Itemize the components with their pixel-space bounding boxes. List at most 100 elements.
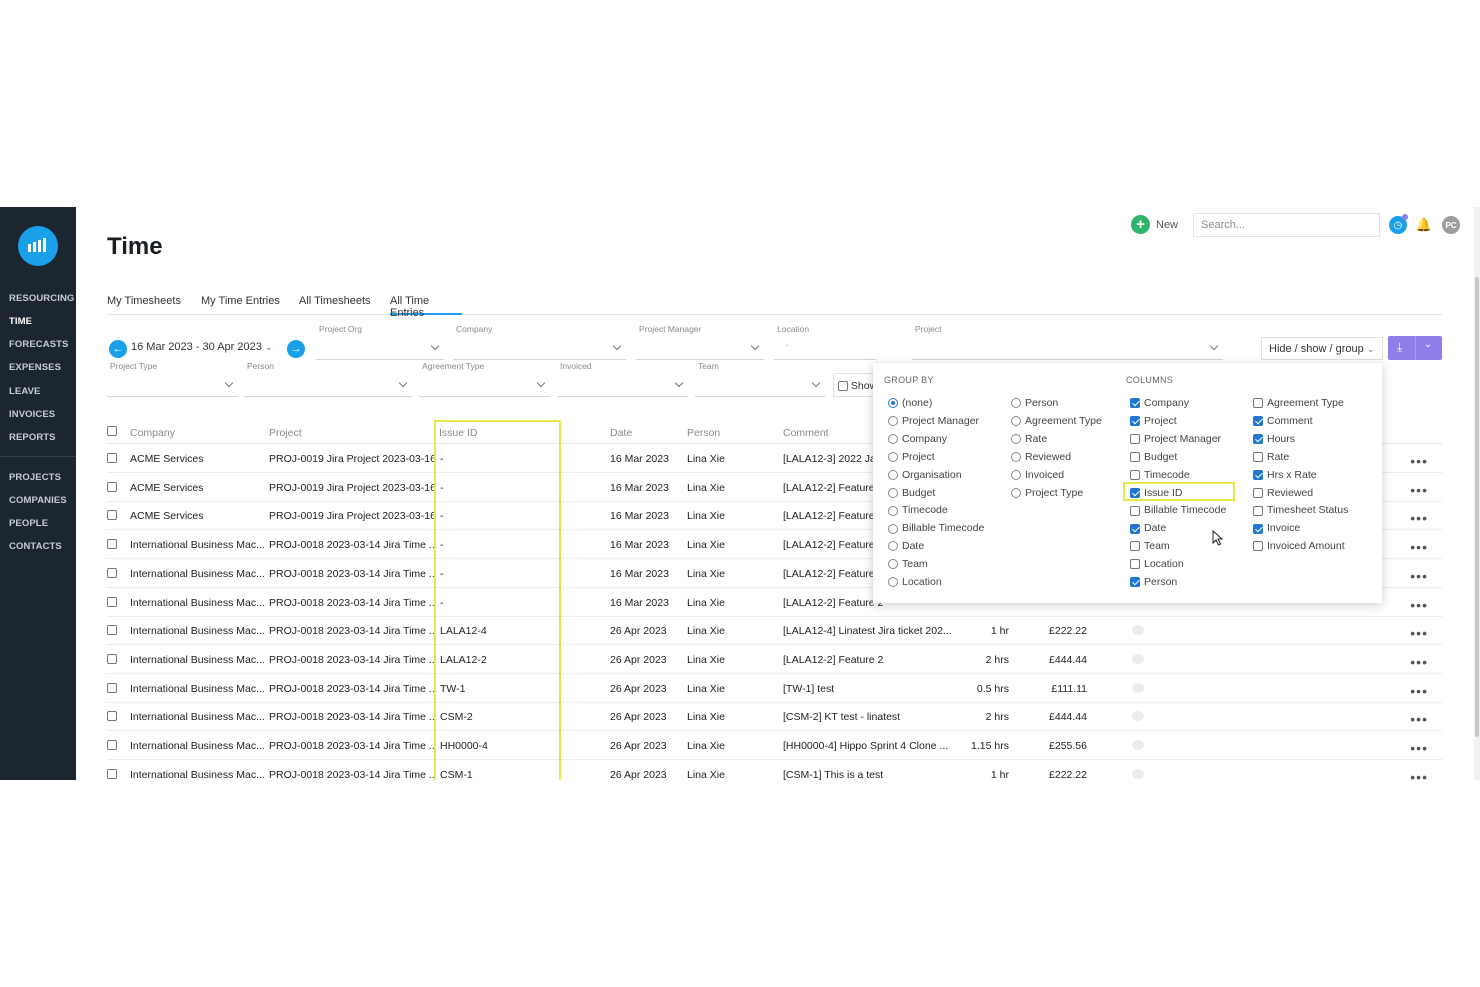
project-filter[interactable]: Project xyxy=(912,324,1223,360)
radio-button[interactable] xyxy=(1011,487,1021,498)
column-option-rate[interactable]: Rate xyxy=(1253,451,1289,463)
row-checkbox[interactable] xyxy=(107,625,117,636)
checkbox[interactable] xyxy=(1253,523,1263,534)
radio-button[interactable] xyxy=(888,416,898,427)
group-by-option-date[interactable]: Date xyxy=(888,540,924,552)
cell-project[interactable]: PROJ-0018 2023-03-14 Jira Time ... xyxy=(269,654,434,666)
checkbox[interactable] xyxy=(1130,416,1140,427)
checkbox[interactable] xyxy=(1253,487,1263,498)
row-menu-icon[interactable]: ••• xyxy=(1410,597,1428,613)
team-filter[interactable]: Team xyxy=(695,361,825,397)
table-row[interactable]: International Business Mac... PROJ-0018 2… xyxy=(107,674,1442,703)
column-option-hrs-x-rate[interactable]: Hrs x Rate xyxy=(1253,469,1317,481)
row-menu-icon[interactable]: ••• xyxy=(1410,654,1428,670)
location-filter[interactable]: Location - xyxy=(774,324,876,360)
row-checkbox[interactable] xyxy=(107,768,117,779)
radio-button[interactable] xyxy=(888,505,898,516)
radio-button[interactable] xyxy=(888,523,898,534)
column-option-project-manager[interactable]: Project Manager xyxy=(1130,433,1221,445)
tab-my-timesheets[interactable]: My Timesheets xyxy=(107,295,181,315)
checkbox[interactable] xyxy=(1253,416,1263,427)
checkbox[interactable] xyxy=(1130,469,1140,480)
search-input[interactable]: Search... xyxy=(1193,213,1380,237)
column-option-invoiced-amount[interactable]: Invoiced Amount xyxy=(1253,540,1345,552)
column-option-date[interactable]: Date xyxy=(1130,522,1166,534)
group-by-option-organisation[interactable]: Organisation xyxy=(888,469,962,481)
next-date-icon[interactable]: → xyxy=(287,340,305,358)
checkbox[interactable] xyxy=(1253,451,1263,462)
group-by-option-invoiced[interactable]: Invoiced xyxy=(1011,469,1064,481)
radio-button[interactable] xyxy=(888,487,898,498)
sidebar-item-contacts[interactable]: CONTACTS xyxy=(9,541,62,552)
cell-project[interactable]: PROJ-0018 2023-03-14 Jira Time ... xyxy=(269,568,434,580)
checkbox[interactable] xyxy=(1253,505,1263,516)
bell-icon[interactable]: 🔔 xyxy=(1415,216,1433,234)
column-option-billable-timecode[interactable]: Billable Timecode xyxy=(1130,504,1226,516)
column-option-invoice[interactable]: Invoice xyxy=(1253,522,1300,534)
row-checkbox[interactable] xyxy=(107,740,117,750)
checkbox[interactable] xyxy=(1130,487,1140,498)
column-header-issue-id[interactable]: Issue ID xyxy=(439,427,478,439)
checkbox[interactable] xyxy=(1253,434,1263,445)
date-range-select[interactable]: 16 Mar 2023 - 30 Apr 2023 ⌄ xyxy=(131,341,272,353)
row-checkbox[interactable] xyxy=(107,711,117,722)
checkbox[interactable] xyxy=(1130,398,1140,409)
group-by-option-none[interactable]: (none) xyxy=(888,397,932,409)
column-option-team[interactable]: Team xyxy=(1130,540,1170,552)
group-by-option-project-manager[interactable]: Project Manager xyxy=(888,415,979,427)
sidebar-item-companies[interactable]: COMPANIES xyxy=(9,495,67,506)
table-row[interactable]: International Business Mac... PROJ-0018 2… xyxy=(107,731,1442,760)
person-filter[interactable]: Person xyxy=(244,361,412,397)
radio-button[interactable] xyxy=(888,451,898,462)
checkbox[interactable] xyxy=(1253,398,1263,409)
row-checkbox[interactable] xyxy=(107,481,117,492)
column-option-agreement-type[interactable]: Agreement Type xyxy=(1253,397,1344,409)
group-by-option-project[interactable]: Project xyxy=(888,451,935,463)
sidebar-item-forecasts[interactable]: FORECASTS xyxy=(9,339,69,350)
checkbox[interactable] xyxy=(1130,434,1140,445)
app-logo[interactable] xyxy=(18,226,58,266)
sidebar-item-reports[interactable]: REPORTS xyxy=(9,432,56,443)
hide-show-group-button[interactable]: Hide / show / group ⌄ xyxy=(1261,337,1383,360)
column-option-timecode[interactable]: Timecode xyxy=(1130,469,1190,481)
radio-button[interactable] xyxy=(888,434,898,445)
radio-button[interactable] xyxy=(888,398,898,409)
column-header-project[interactable]: Project xyxy=(269,427,302,439)
group-by-option-person[interactable]: Person xyxy=(1011,397,1058,409)
radio-button[interactable] xyxy=(1011,434,1021,445)
radio-button[interactable] xyxy=(888,559,898,570)
checkbox[interactable] xyxy=(1130,523,1140,534)
sidebar-item-invoices[interactable]: INVOICES xyxy=(9,409,55,420)
row-menu-icon[interactable]: ••• xyxy=(1410,568,1428,584)
column-option-timesheet-status[interactable]: Timesheet Status xyxy=(1253,504,1348,516)
column-option-hours[interactable]: Hours xyxy=(1253,433,1295,445)
group-by-option-rate[interactable]: Rate xyxy=(1011,433,1047,445)
sidebar-item-expenses[interactable]: EXPENSES xyxy=(9,362,61,373)
group-by-option-company[interactable]: Company xyxy=(888,433,947,445)
radio-button[interactable] xyxy=(1011,416,1021,427)
column-option-issue-id[interactable]: Issue ID xyxy=(1130,487,1183,499)
prev-date-icon[interactable]: ← xyxy=(109,340,127,358)
column-header-company[interactable]: Company xyxy=(130,427,175,439)
cell-project[interactable]: PROJ-0018 2023-03-14 Jira Time ... xyxy=(269,539,434,551)
column-option-budget[interactable]: Budget xyxy=(1130,451,1177,463)
group-by-option-agreement-type[interactable]: Agreement Type xyxy=(1011,415,1102,427)
row-menu-icon[interactable]: ••• xyxy=(1410,740,1428,756)
group-by-option-project-type[interactable]: Project Type xyxy=(1011,487,1083,499)
row-menu-icon[interactable]: ••• xyxy=(1410,711,1428,727)
sidebar-item-leave[interactable]: LEAVE xyxy=(9,386,40,397)
row-checkbox[interactable] xyxy=(107,539,117,550)
show-checkbox[interactable]: Show xyxy=(833,373,878,397)
row-menu-icon[interactable]: ••• xyxy=(1410,539,1428,555)
row-checkbox[interactable] xyxy=(107,653,117,664)
checkbox[interactable] xyxy=(1130,505,1140,516)
checkbox[interactable] xyxy=(1130,451,1140,462)
radio-button[interactable] xyxy=(1011,469,1021,480)
cell-project[interactable]: PROJ-0018 2023-03-14 Jira Time ... xyxy=(269,711,434,723)
show-checkbox-box[interactable] xyxy=(838,381,848,392)
checkbox[interactable] xyxy=(1253,469,1263,480)
column-header-person[interactable]: Person xyxy=(687,427,720,439)
column-header-comment[interactable]: Comment xyxy=(783,427,829,439)
cell-project[interactable]: PROJ-0018 2023-03-14 Jira Time ... xyxy=(269,740,434,752)
column-header-date[interactable]: Date xyxy=(610,427,632,439)
